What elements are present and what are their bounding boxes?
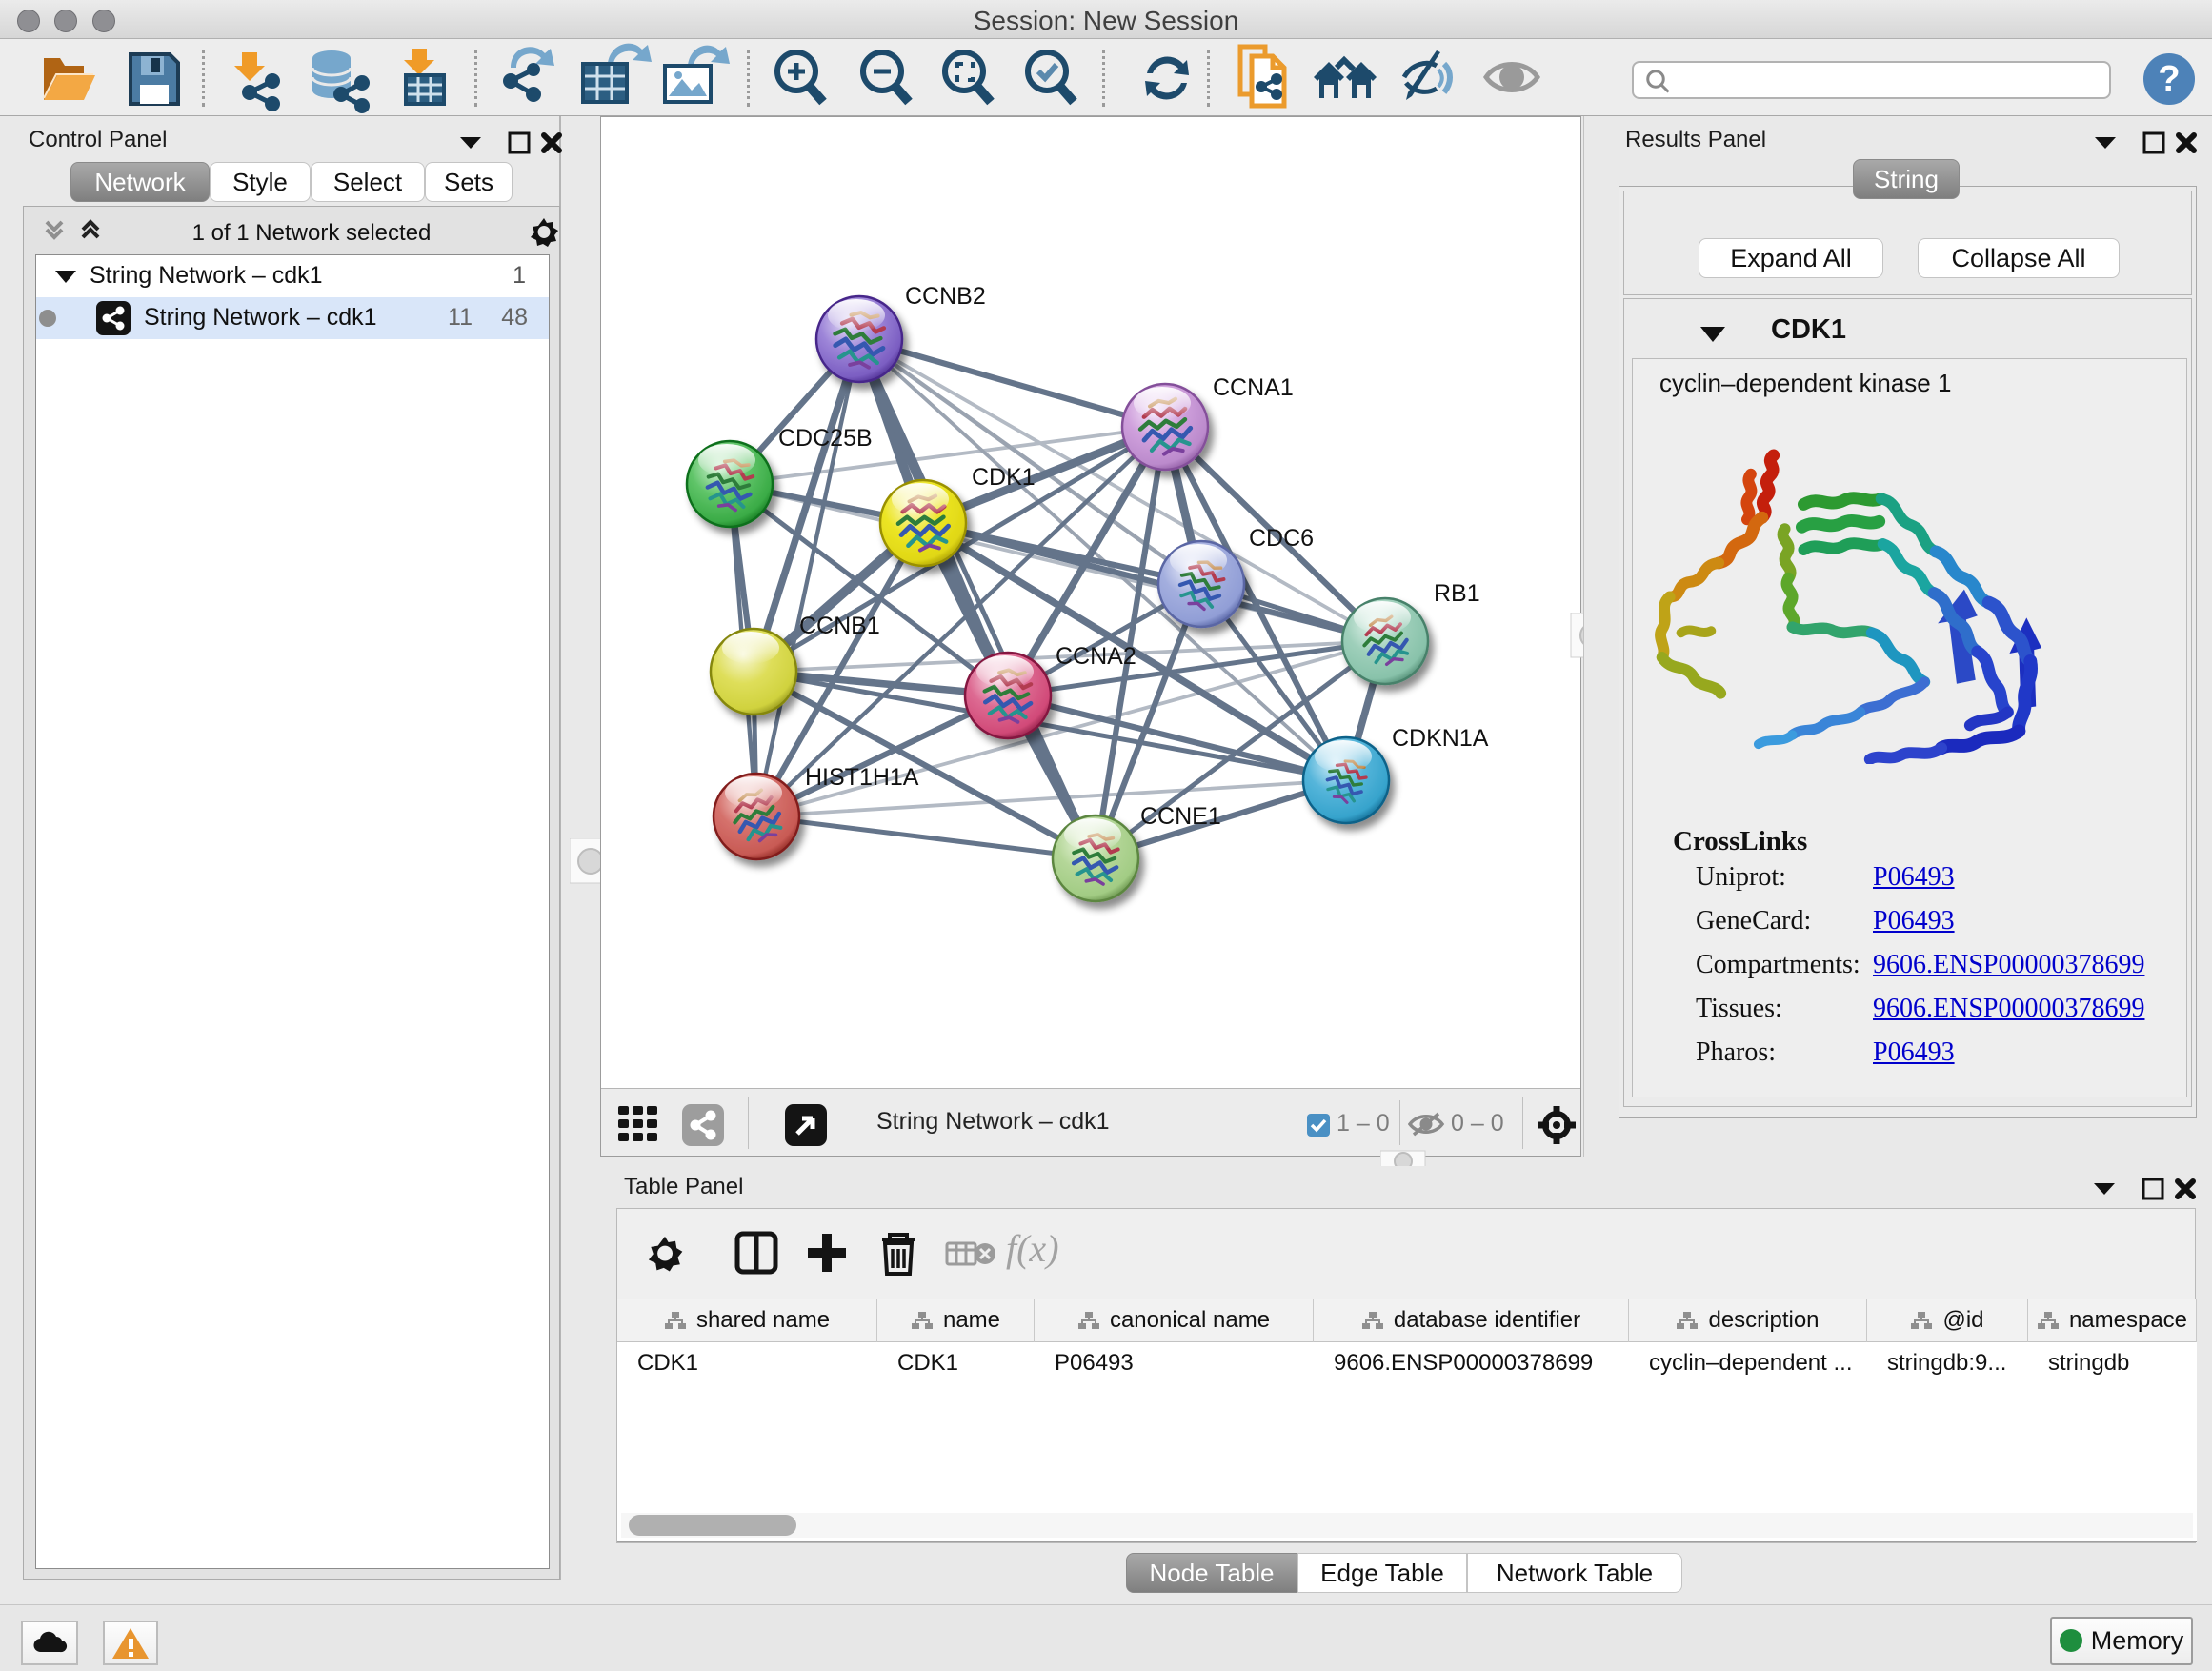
svg-text:CCNE1: CCNE1 <box>1140 803 1221 830</box>
svg-text:CDK1: CDK1 <box>972 464 1036 491</box>
svg-text:CDC25B: CDC25B <box>778 425 873 452</box>
svg-text:CCNA1: CCNA1 <box>1213 374 1294 401</box>
svg-text:CDC6: CDC6 <box>1249 525 1314 552</box>
svg-text:CCNA2: CCNA2 <box>1056 643 1136 670</box>
svg-text:HIST1H1A: HIST1H1A <box>805 764 919 791</box>
svg-text:RB1: RB1 <box>1434 580 1480 607</box>
svg-text:CCNB2: CCNB2 <box>905 283 986 310</box>
svg-text:CCNB1: CCNB1 <box>799 613 880 639</box>
svg-text:CDKN1A: CDKN1A <box>1392 725 1489 752</box>
svg-text:?: ? <box>2158 59 2180 99</box>
